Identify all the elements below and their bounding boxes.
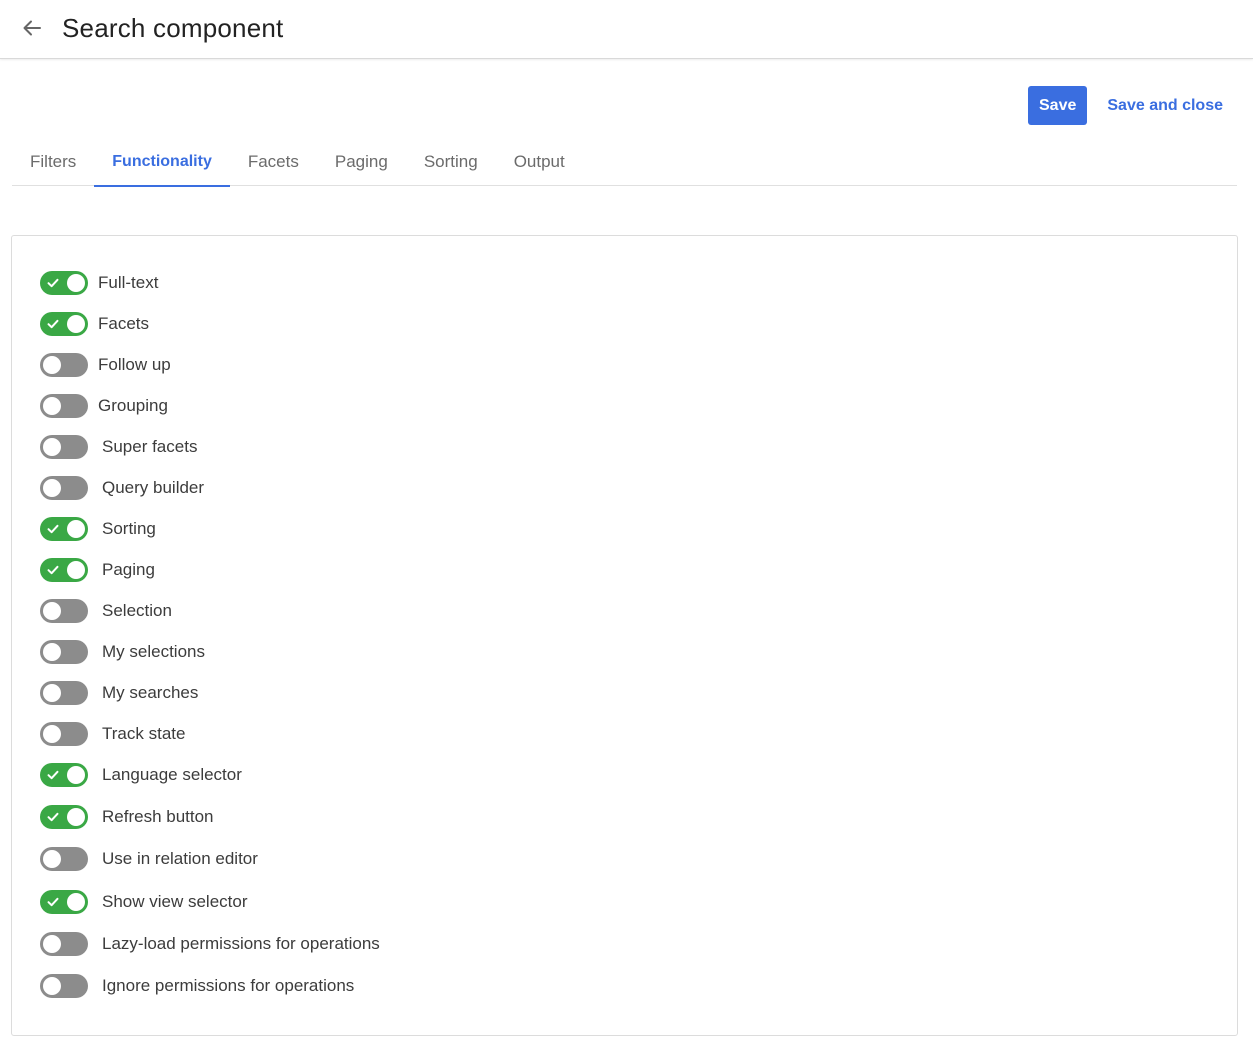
toggle-knob bbox=[67, 315, 85, 333]
toggle-knob bbox=[43, 935, 61, 953]
page-title: Search component bbox=[62, 13, 284, 43]
toggle-knob bbox=[43, 643, 61, 661]
toggle-row-follow-up[interactable]: Follow up bbox=[40, 352, 171, 378]
tab-paging[interactable]: Paging bbox=[317, 140, 406, 186]
functionality-panel: Full-text Facets Follow up Grouping Super fa… bbox=[11, 235, 1238, 1036]
toggle-row-paging[interactable]: Paging bbox=[40, 557, 155, 583]
toggle-knob bbox=[67, 520, 85, 538]
save-and-close-button[interactable]: Save and close bbox=[1107, 86, 1223, 125]
toggle-knob bbox=[43, 977, 61, 995]
tab-output[interactable]: Output bbox=[496, 140, 583, 186]
toggle-switch-my-searches[interactable] bbox=[40, 681, 88, 705]
toggle-label: Language selector bbox=[102, 765, 242, 784]
back-button[interactable] bbox=[18, 14, 46, 42]
toggle-row-query-builder[interactable]: Query builder bbox=[40, 475, 204, 501]
toggle-knob bbox=[43, 725, 61, 743]
toggle-row-lazy-load-permissions-for-operations[interactable]: Lazy-load permissions for operations bbox=[40, 931, 380, 957]
toggle-knob bbox=[43, 397, 61, 415]
toggle-row-selection[interactable]: Selection bbox=[40, 598, 172, 624]
toggle-knob bbox=[67, 561, 85, 579]
toggle-label: Selection bbox=[102, 601, 172, 620]
toggle-switch-lazy-load-permissions-for-operations[interactable] bbox=[40, 932, 88, 956]
toggle-switch-track-state[interactable] bbox=[40, 722, 88, 746]
toggle-label: Full-text bbox=[98, 273, 159, 292]
tab-functionality[interactable]: Functionality bbox=[94, 140, 230, 187]
toggle-knob bbox=[43, 602, 61, 620]
toggle-switch-selection[interactable] bbox=[40, 599, 88, 623]
check-icon bbox=[47, 565, 59, 575]
toggle-knob bbox=[67, 766, 85, 784]
toggle-row-full-text[interactable]: Full-text bbox=[40, 270, 158, 296]
toggle-label: Grouping bbox=[98, 396, 168, 415]
toggle-row-use-in-relation-editor[interactable]: Use in relation editor bbox=[40, 846, 258, 872]
toggle-switch-paging[interactable] bbox=[40, 558, 88, 582]
toggle-row-sorting[interactable]: Sorting bbox=[40, 516, 156, 542]
toggle-row-grouping[interactable]: Grouping bbox=[40, 393, 168, 419]
check-icon bbox=[47, 770, 59, 780]
toggle-switch-super-facets[interactable] bbox=[40, 435, 88, 459]
toggle-switch-full-text[interactable] bbox=[40, 271, 88, 295]
action-bar: Save Save and close bbox=[1028, 86, 1223, 125]
toggle-label: Show view selector bbox=[102, 892, 248, 911]
toggle-row-language-selector[interactable]: Language selector bbox=[40, 762, 242, 788]
check-icon bbox=[47, 319, 59, 329]
toggle-switch-use-in-relation-editor[interactable] bbox=[40, 847, 88, 871]
toggle-knob bbox=[43, 438, 61, 456]
tab-bar: Filters Functionality Facets Paging Sort… bbox=[12, 140, 1237, 187]
toggle-switch-my-selections[interactable] bbox=[40, 640, 88, 664]
toggle-switch-sorting[interactable] bbox=[40, 517, 88, 541]
app-header: Search component bbox=[0, 0, 1253, 59]
toggle-row-my-selections[interactable]: My selections bbox=[40, 639, 205, 665]
toggle-label: Track state bbox=[102, 724, 186, 743]
toggle-row-facets[interactable]: Facets bbox=[40, 311, 149, 337]
toggle-switch-follow-up[interactable] bbox=[40, 353, 88, 377]
toggle-switch-language-selector[interactable] bbox=[40, 763, 88, 787]
toggle-label: Super facets bbox=[102, 437, 198, 456]
toggle-row-super-facets[interactable]: Super facets bbox=[40, 434, 197, 460]
toggle-switch-query-builder[interactable] bbox=[40, 476, 88, 500]
toggle-switch-facets[interactable] bbox=[40, 312, 88, 336]
toggle-label: Use in relation editor bbox=[102, 849, 258, 868]
toggle-label: My searches bbox=[102, 683, 199, 702]
save-button[interactable]: Save bbox=[1028, 86, 1088, 125]
arrow-left-icon bbox=[23, 20, 41, 36]
toggle-switch-ignore-permissions-for-operations[interactable] bbox=[40, 974, 88, 998]
toggle-knob bbox=[43, 684, 61, 702]
tab-filters[interactable]: Filters bbox=[12, 140, 94, 186]
toggle-row-track-state[interactable]: Track state bbox=[40, 721, 185, 747]
toggle-knob bbox=[43, 479, 61, 497]
toggle-row-show-view-selector[interactable]: Show view selector bbox=[40, 889, 248, 915]
toggle-label: Query builder bbox=[102, 478, 205, 497]
toggle-label: Facets bbox=[98, 314, 150, 333]
toggle-knob bbox=[43, 356, 61, 374]
toggle-row-refresh-button[interactable]: Refresh button bbox=[40, 804, 214, 830]
toggle-knob bbox=[43, 850, 61, 868]
toggle-switch-grouping[interactable] bbox=[40, 394, 88, 418]
toggle-label: Paging bbox=[102, 560, 155, 579]
toggle-row-my-searches[interactable]: My searches bbox=[40, 680, 198, 706]
toggle-label: Refresh button bbox=[102, 807, 214, 826]
toggle-knob bbox=[67, 274, 85, 292]
tab-facets[interactable]: Facets bbox=[230, 140, 317, 186]
check-icon bbox=[47, 897, 59, 907]
check-icon bbox=[47, 812, 59, 822]
toggle-label: Ignore permissions for operations bbox=[102, 976, 355, 995]
check-icon bbox=[47, 524, 59, 534]
toggle-knob bbox=[67, 893, 85, 911]
toggle-switch-refresh-button[interactable] bbox=[40, 805, 88, 829]
toggle-label: My selections bbox=[102, 642, 205, 661]
toggle-row-ignore-permissions-for-operations[interactable]: Ignore permissions for operations bbox=[40, 973, 354, 999]
toggle-label: Lazy-load permissions for operations bbox=[102, 934, 380, 953]
check-icon bbox=[47, 278, 59, 288]
tab-sorting[interactable]: Sorting bbox=[406, 140, 496, 186]
toggle-label: Sorting bbox=[102, 519, 156, 538]
toggle-knob bbox=[67, 808, 85, 826]
toggle-label: Follow up bbox=[98, 355, 171, 374]
toggle-switch-show-view-selector[interactable] bbox=[40, 890, 88, 914]
